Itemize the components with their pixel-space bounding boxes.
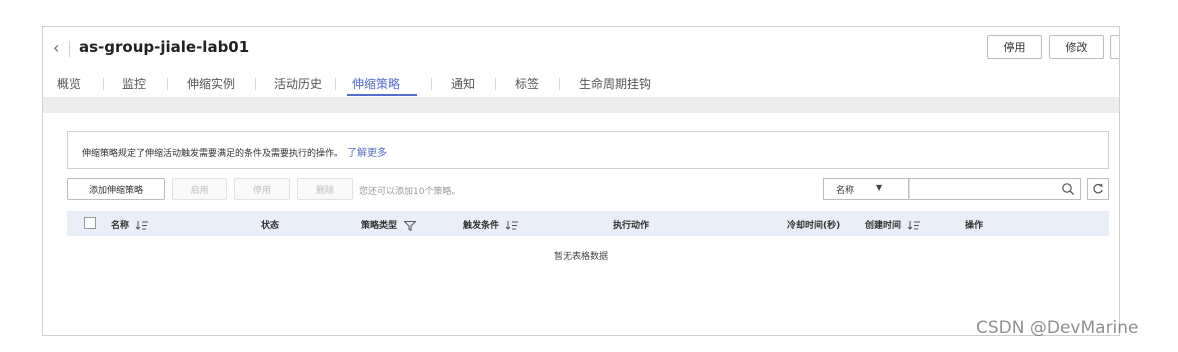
tab-divider: [495, 78, 496, 90]
column-created-label: 创建时间: [865, 221, 902, 231]
column-trigger-label: 触发条件: [463, 221, 500, 231]
stop-button[interactable]: 停用: [987, 35, 1042, 59]
empty-table-message: 暂无表格数据: [554, 252, 609, 262]
select-all-checkbox[interactable]: [84, 217, 96, 229]
back-arrow-icon[interactable]: ‹: [53, 39, 67, 57]
column-trigger: 触发条件: [463, 218, 519, 231]
column-action: 执行动作: [613, 221, 650, 231]
active-tab-indicator: [347, 94, 417, 96]
refresh-button[interactable]: [1087, 178, 1109, 200]
tab-divider: [103, 78, 104, 90]
filter-icon[interactable]: [404, 220, 417, 231]
enable-button[interactable]: 启用: [172, 178, 227, 200]
title-divider: [69, 41, 70, 57]
search-field-select[interactable]: 名称 ▼: [823, 178, 909, 200]
column-policy-type: 策略类型: [361, 218, 417, 231]
search-input[interactable]: [909, 178, 1081, 200]
edit-button[interactable]: 修改: [1049, 35, 1104, 59]
disable-button[interactable]: 停用: [234, 178, 290, 200]
page-frame: ‹ as-group-jiale-lab01 停用 修改 概览 监控 伸缩实例 …: [42, 26, 1120, 336]
tab-bar: 概览 监控 伸缩实例 活动历史 伸缩策略 通知 标签 生命周期挂钩: [43, 71, 1119, 97]
tab-divider: [255, 78, 256, 90]
search-icon[interactable]: [1061, 182, 1075, 196]
column-name: 名称: [111, 218, 149, 231]
column-created: 创建时间: [865, 218, 921, 231]
info-text: 伸缩策略规定了伸缩活动触发需要满足的条件及需要执行的操作。: [82, 149, 344, 159]
tab-scaling-policies[interactable]: 伸缩策略: [352, 75, 400, 92]
tab-lifecycle-hooks[interactable]: 生命周期挂钩: [579, 75, 651, 92]
tab-divider: [167, 78, 168, 90]
sort-icon[interactable]: [136, 221, 149, 230]
column-operations: 操作: [965, 221, 984, 231]
search-field-value: 名称: [836, 185, 855, 196]
caret-down-icon: ▼: [876, 183, 883, 192]
tab-tags[interactable]: 标签: [515, 75, 539, 92]
column-status: 状态: [261, 221, 280, 231]
sort-icon[interactable]: [506, 221, 519, 230]
section-separator: [43, 97, 1119, 113]
table-header: 名称 状态 策略类型 触发条件 执行动作 冷却时间(秒) 创建时间 操作: [67, 211, 1109, 236]
learn-more-link[interactable]: 了解更多: [347, 148, 387, 159]
tab-divider: [559, 78, 560, 90]
tab-divider: [335, 78, 336, 90]
quota-hint: 您还可以添加10个策略。: [359, 187, 461, 197]
tab-instances[interactable]: 伸缩实例: [187, 75, 235, 92]
add-policy-button[interactable]: 添加伸缩策略: [67, 178, 165, 200]
delete-button[interactable]: 删除: [297, 178, 353, 200]
refresh-icon: [1093, 183, 1103, 194]
column-policy-type-label: 策略类型: [361, 221, 398, 231]
tab-overview[interactable]: 概览: [57, 75, 81, 92]
tab-monitoring[interactable]: 监控: [122, 75, 146, 92]
column-cooldown: 冷却时间(秒): [787, 221, 841, 231]
more-button[interactable]: [1110, 35, 1119, 59]
tab-notifications[interactable]: 通知: [451, 75, 475, 92]
page-title: as-group-jiale-lab01: [79, 38, 250, 56]
watermark: CSDN @DevMarine: [976, 318, 1139, 338]
column-name-label: 名称: [111, 221, 130, 231]
sort-icon[interactable]: [908, 221, 921, 230]
tab-activity-history[interactable]: 活动历史: [274, 75, 322, 92]
info-banner: 伸缩策略规定了伸缩活动触发需要满足的条件及需要执行的操作。 了解更多: [67, 131, 1109, 169]
tab-divider: [431, 78, 432, 90]
